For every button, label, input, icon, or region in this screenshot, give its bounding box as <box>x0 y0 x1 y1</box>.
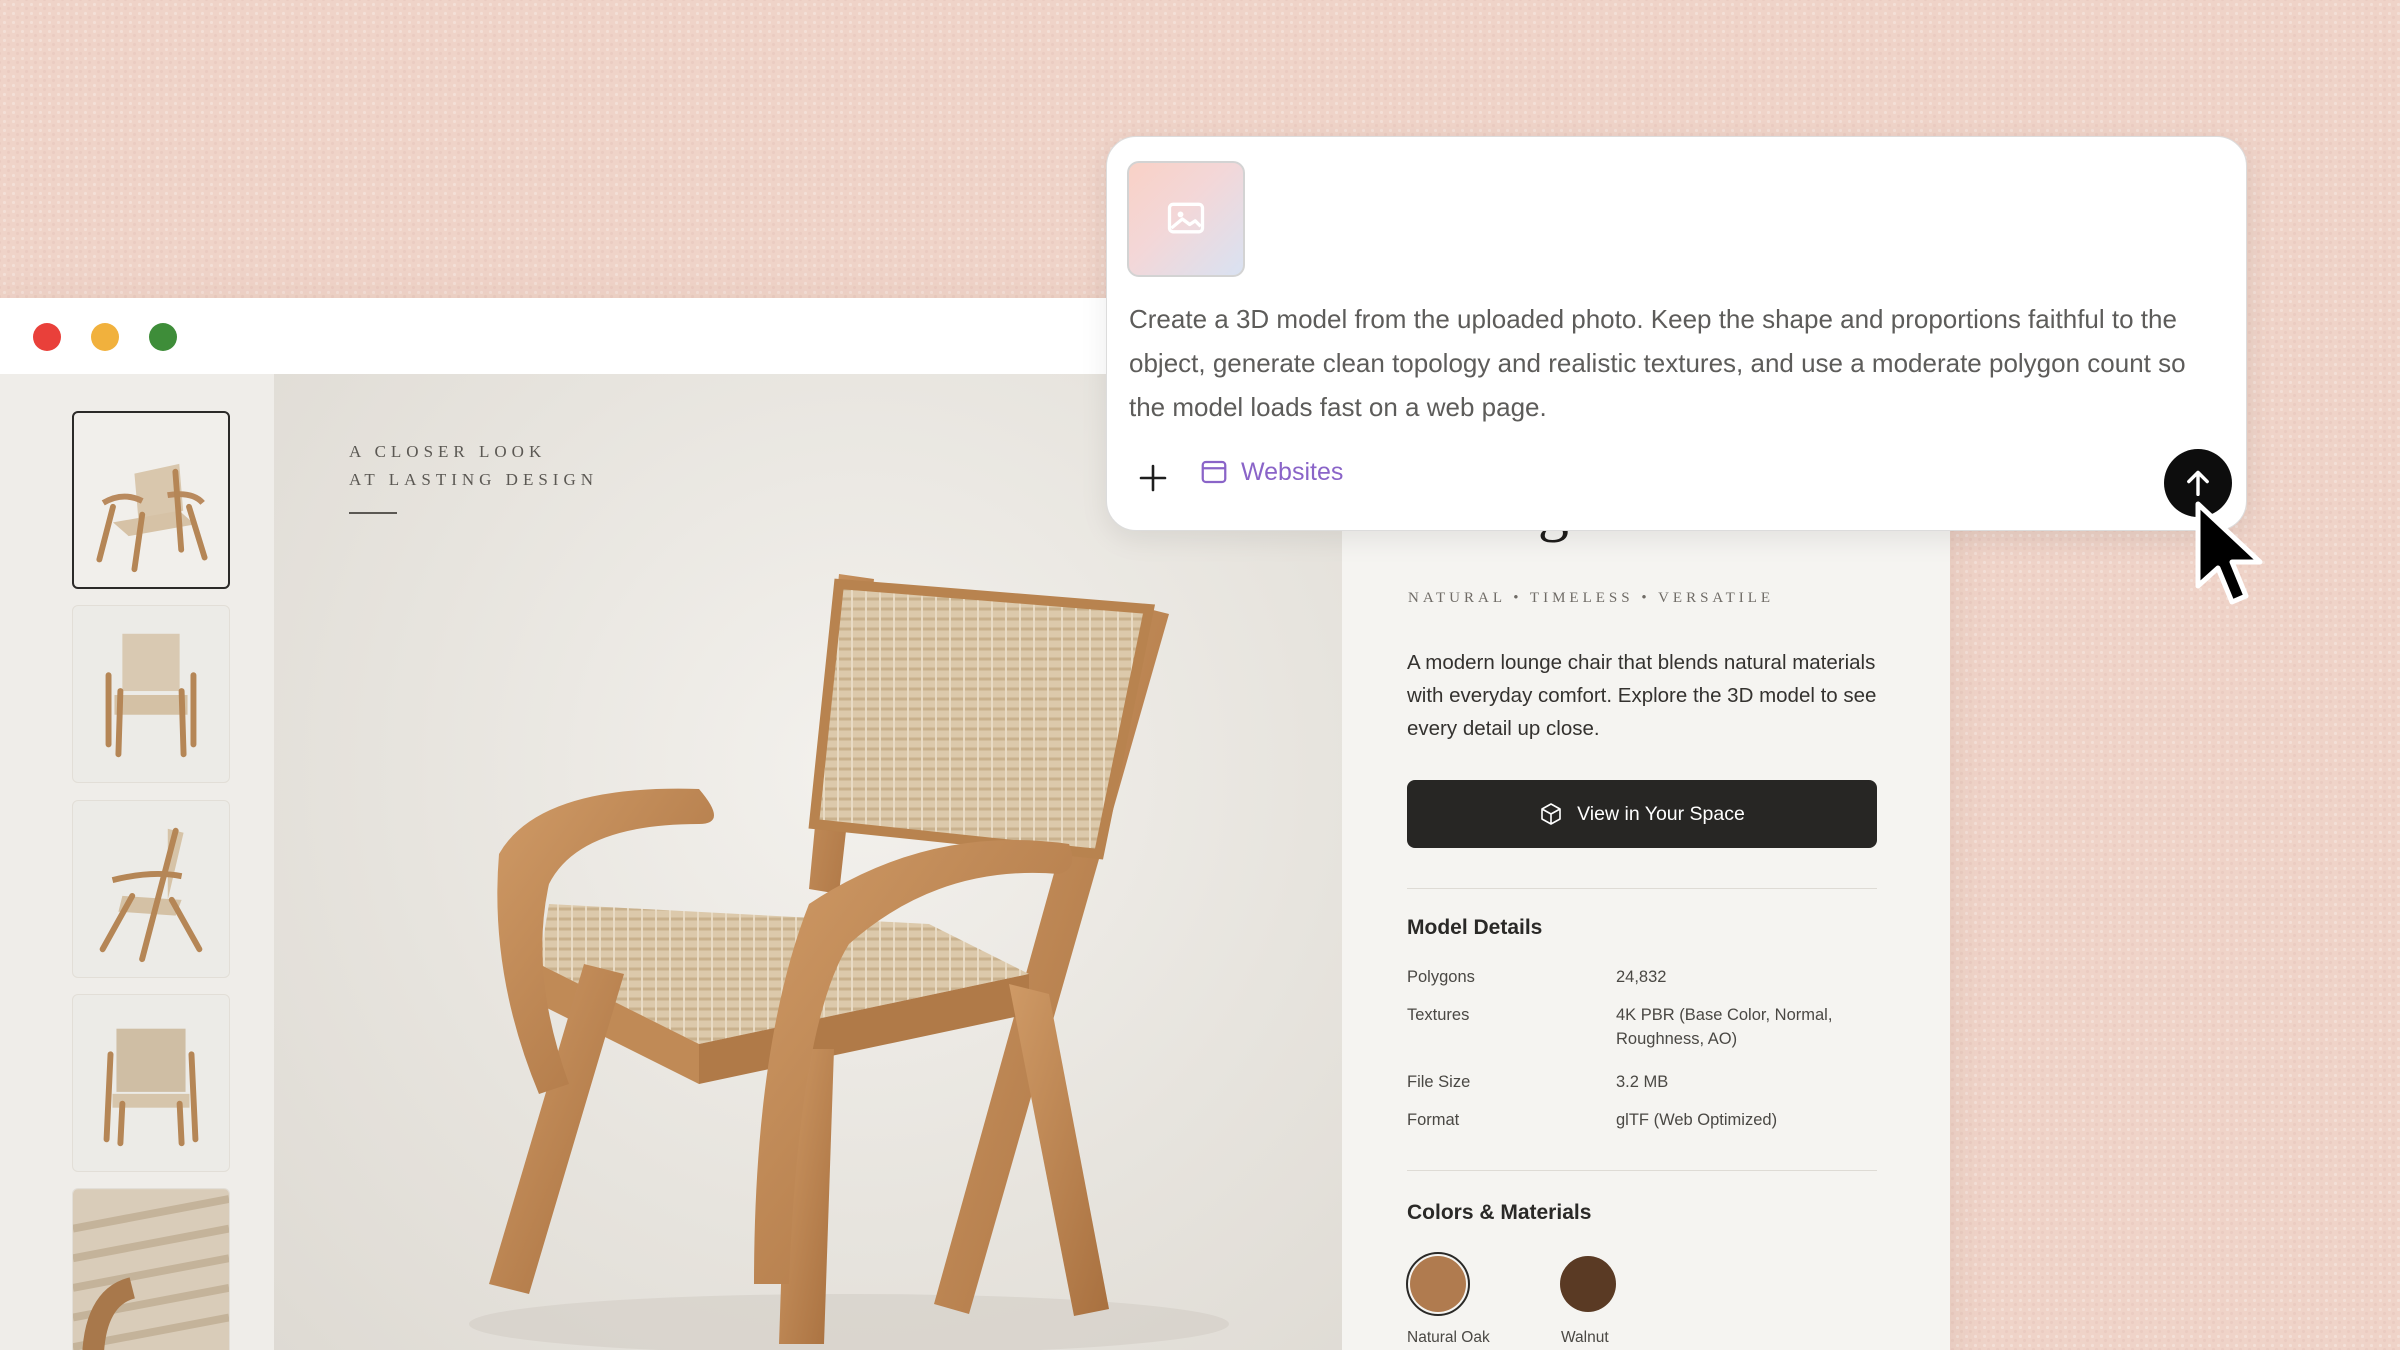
thumbnail-weave-detail[interactable] <box>72 1188 230 1350</box>
spec-value: glTF (Web Optimized) <box>1616 1111 1778 1129</box>
thumbnail-back[interactable] <box>72 994 230 1172</box>
hero-eyebrow: A CLOSER LOOK AT LASTING DESIGN <box>349 438 749 494</box>
model-details-title: Model Details <box>1407 916 1543 939</box>
spec-label: Textures <box>1407 1006 1470 1024</box>
thumbnail-side[interactable] <box>72 800 230 978</box>
browser-window-icon <box>1201 460 1227 484</box>
spec-label: File Size <box>1407 1073 1471 1091</box>
plus-icon[interactable] <box>1137 462 1169 494</box>
hero-rule <box>349 512 397 514</box>
colors-materials-title: Colors & Materials <box>1407 1201 1592 1224</box>
swatch-walnut[interactable] <box>1560 1256 1616 1312</box>
view-in-your-space-button[interactable]: View in Your Space <box>1407 780 1877 848</box>
spec-label: Format <box>1407 1111 1460 1129</box>
websites-chip[interactable]: Websites <box>1199 457 1343 487</box>
spec-value: 24,832 <box>1616 968 1667 986</box>
product-description: A modern lounge chair that blends natura… <box>1407 651 1877 740</box>
swatch-label-walnut: Walnut <box>1561 1329 1609 1346</box>
prompt-composer: Create a 3D model from the uploaded phot… <box>1106 136 2247 531</box>
spec-value: 4K PBR (Base Color, Normal, Roughness, A… <box>1616 1006 1833 1048</box>
thumbnail-gallery <box>0 374 274 1350</box>
section-divider <box>1407 1170 1877 1171</box>
chair-thumbnail-icon <box>105 633 197 758</box>
chair-thumbnail-icon <box>103 1028 199 1147</box>
swatch-natural-oak[interactable] <box>1410 1256 1466 1312</box>
chair-thumbnail-icon <box>99 827 203 963</box>
spec-label: Polygons <box>1407 968 1475 986</box>
websites-chip-label: Websites <box>1241 457 1344 486</box>
product-tagline: NATURAL • TIMELESS • VERSATILE <box>1408 590 1775 606</box>
minimize-window-button[interactable] <box>91 323 119 351</box>
weave-detail-icon <box>73 1189 229 1350</box>
chair-thumbnail-icon <box>96 463 208 573</box>
arrow-up-icon <box>2187 470 2209 497</box>
mouse-pointer-icon <box>2195 501 2263 605</box>
prompt-input[interactable]: Create a 3D model from the uploaded phot… <box>1129 297 2209 429</box>
spec-value: 3.2 MB <box>1616 1073 1669 1091</box>
cube-icon <box>1541 803 1561 825</box>
thumbnail-front[interactable] <box>72 605 230 783</box>
swatch-label-natural-oak: Natural Oak <box>1407 1329 1490 1346</box>
hero-eyebrow-line-1: A CLOSER LOOK <box>349 442 547 461</box>
maximize-window-button[interactable] <box>149 323 177 351</box>
close-window-button[interactable] <box>33 323 61 351</box>
section-divider <box>1407 888 1877 889</box>
image-icon <box>1167 202 1205 234</box>
uploaded-photo-attachment[interactable] <box>1127 161 1245 277</box>
hero-eyebrow-line-2: AT LASTING DESIGN <box>349 470 599 489</box>
lounge-chair-illustration <box>469 574 1229 1350</box>
thumbnail-front-three-quarter[interactable] <box>72 411 230 589</box>
cta-label: View in Your Space <box>1577 802 1745 825</box>
